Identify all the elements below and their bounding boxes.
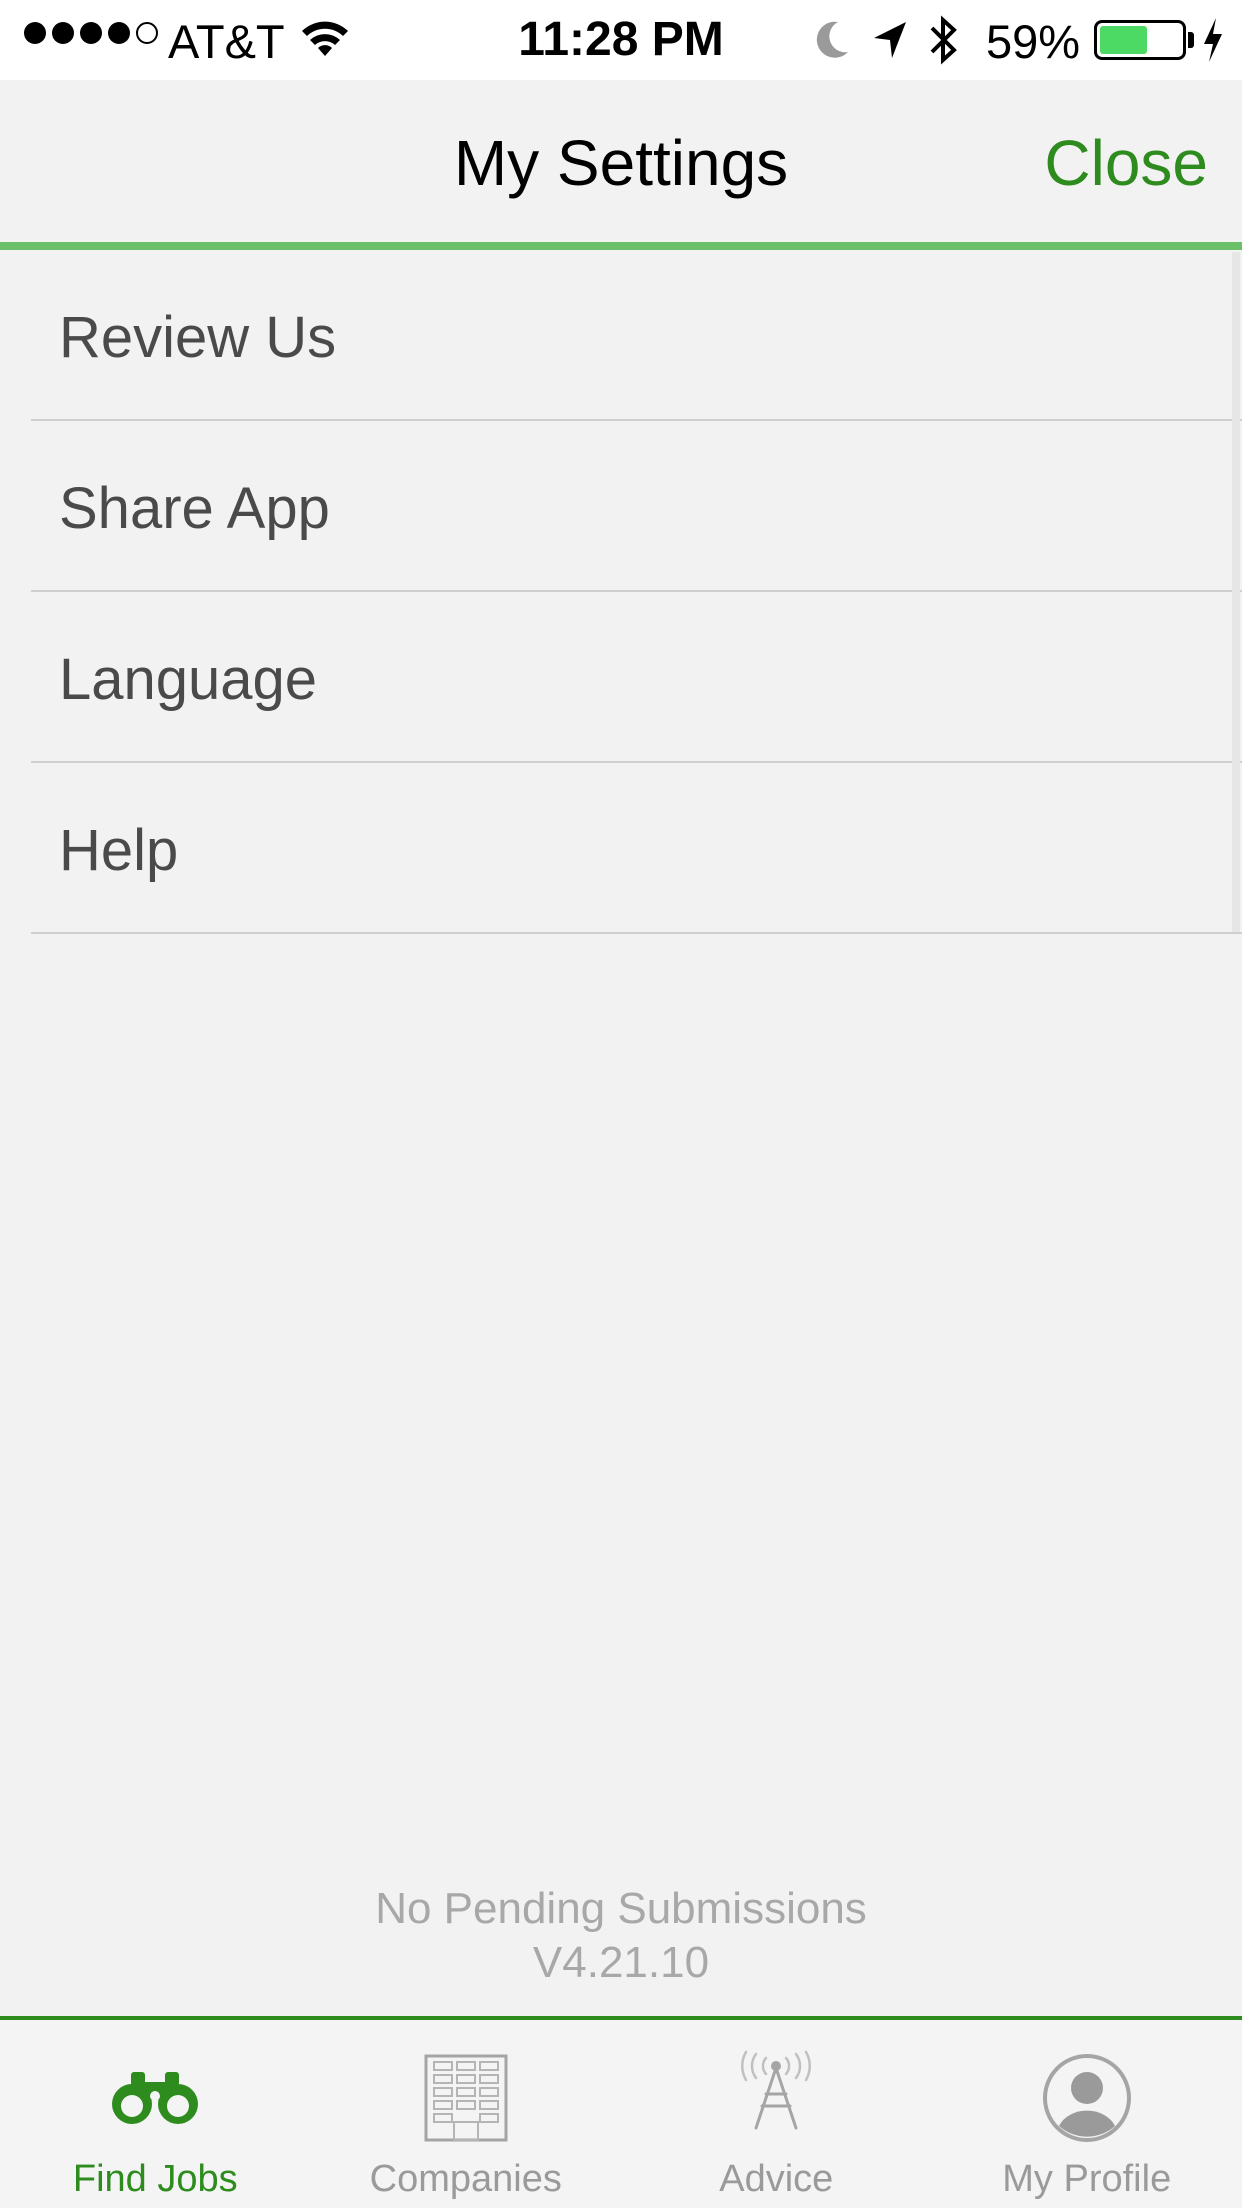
status-bar: AT&T 11:28 PM 59% — [0, 0, 1242, 80]
battery-percent: 59% — [986, 15, 1081, 68]
submission-status: No Pending Submissions — [375, 1884, 867, 1933]
battery-icon — [1094, 20, 1186, 60]
tab-my-profile[interactable]: My Profile — [932, 2020, 1242, 2208]
menu-item-label: Review Us — [59, 305, 337, 370]
tab-advice[interactable]: Advice — [621, 2020, 932, 2208]
tab-bar: Find Jobs Companies Advice My Profile — [0, 2016, 1242, 2208]
settings-menu: Review Us Share App Language Help — [0, 250, 1242, 934]
tab-label: Advice — [719, 2158, 834, 2200]
menu-item-language[interactable]: Language — [31, 592, 1242, 763]
location-arrow-icon — [874, 22, 906, 58]
tab-label: My Profile — [1002, 2158, 1172, 2200]
broadcast-tower-icon — [741, 2050, 812, 2130]
tab-find-jobs[interactable]: Find Jobs — [0, 2020, 311, 2208]
menu-item-share-app[interactable]: Share App — [31, 421, 1242, 592]
menu-item-label: Language — [59, 647, 318, 712]
menu-item-review-us[interactable]: Review Us — [31, 250, 1242, 421]
charging-bolt-icon — [1204, 18, 1222, 62]
bluetooth-icon — [930, 15, 957, 65]
scroll-indicator[interactable] — [1232, 252, 1240, 932]
app-version: V4.21.10 — [532, 1938, 710, 1987]
building-icon — [424, 2054, 508, 2142]
nav-header: My Settings Close — [0, 80, 1242, 250]
user-avatar-icon — [1042, 2054, 1131, 2142]
binoculars-icon — [112, 2072, 199, 2124]
menu-item-label: Share App — [59, 476, 330, 541]
footer-info: No Pending Submissions V4.21.10 — [0, 1882, 1242, 1990]
do-not-disturb-moon-icon — [816, 21, 848, 58]
tab-label: Find Jobs — [72, 2158, 238, 2200]
tab-label: Companies — [369, 2158, 562, 2200]
menu-item-label: Help — [59, 818, 179, 883]
menu-item-help[interactable]: Help — [31, 763, 1242, 934]
close-button[interactable]: Close — [1044, 126, 1208, 200]
tab-companies[interactable]: Companies — [311, 2020, 622, 2208]
